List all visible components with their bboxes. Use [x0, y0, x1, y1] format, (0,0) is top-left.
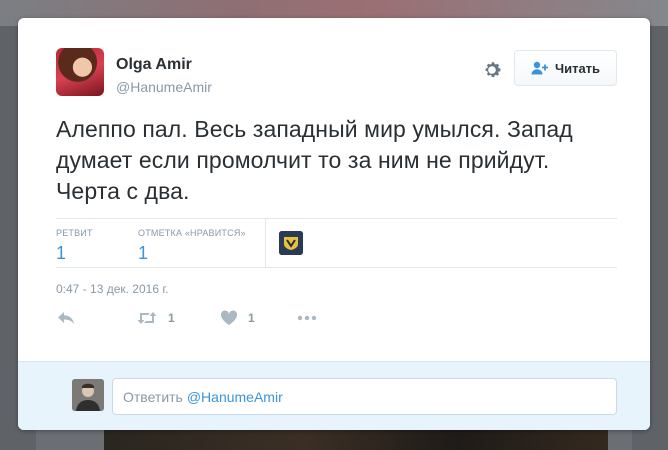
author-name[interactable]: Olga Amir [116, 56, 192, 74]
more-icon [297, 315, 317, 321]
reply-icon [58, 312, 74, 324]
tweet-stats: РЕТВИТ 1 ОТМЕТКА «НРАВИТСЯ» 1 [56, 218, 617, 268]
likes-stat-value[interactable]: 1 [138, 243, 246, 264]
like-button[interactable]: 1 [220, 310, 255, 326]
retweet-stat[interactable]: РЕТВИТ 1 [56, 228, 93, 264]
author-handle[interactable]: @HanumeAmir [116, 79, 212, 95]
reply-mention: @HanumeAmir [186, 388, 283, 405]
author-avatar[interactable] [56, 48, 104, 96]
reply-button[interactable] [56, 310, 76, 326]
retweet-button[interactable]: 1 [136, 310, 175, 326]
gear-icon[interactable] [480, 58, 504, 82]
more-button[interactable] [297, 310, 317, 326]
follow-label: Читать [554, 60, 601, 76]
follow-button[interactable]: Читать [514, 50, 617, 86]
likes-stat[interactable]: ОТМЕТКА «НРАВИТСЯ» 1 [138, 228, 246, 264]
background-media [104, 428, 608, 450]
tweet-timestamp[interactable]: 0:47 - 13 дек. 2016 г. [56, 282, 169, 296]
retweet-stat-value[interactable]: 1 [56, 243, 93, 264]
retweet-count: 1 [168, 311, 175, 325]
reply-box: Ответить @HanumeAmir [18, 361, 650, 430]
liker-avatar[interactable] [279, 231, 303, 255]
heart-icon [220, 310, 238, 325]
tweet-modal: Olga Amir @HanumeAmir Читать Алеппо пал.… [18, 18, 650, 430]
retweet-icon [137, 312, 157, 324]
retweet-stat-label: РЕТВИТ [56, 228, 93, 238]
reply-input[interactable]: Ответить @HanumeAmir [112, 378, 617, 415]
tweet-actions: 1 1 [56, 310, 356, 334]
like-count: 1 [248, 311, 255, 325]
likes-stat-label: ОТМЕТКА «НРАВИТСЯ» [138, 228, 246, 238]
reply-placeholder: Ответить [123, 388, 183, 405]
follow-user-icon [531, 61, 548, 75]
current-user-avatar [72, 379, 104, 411]
stats-divider [265, 219, 266, 267]
tweet-text: Алеппо пал. Весь западный мир умылся. За… [56, 116, 573, 204]
